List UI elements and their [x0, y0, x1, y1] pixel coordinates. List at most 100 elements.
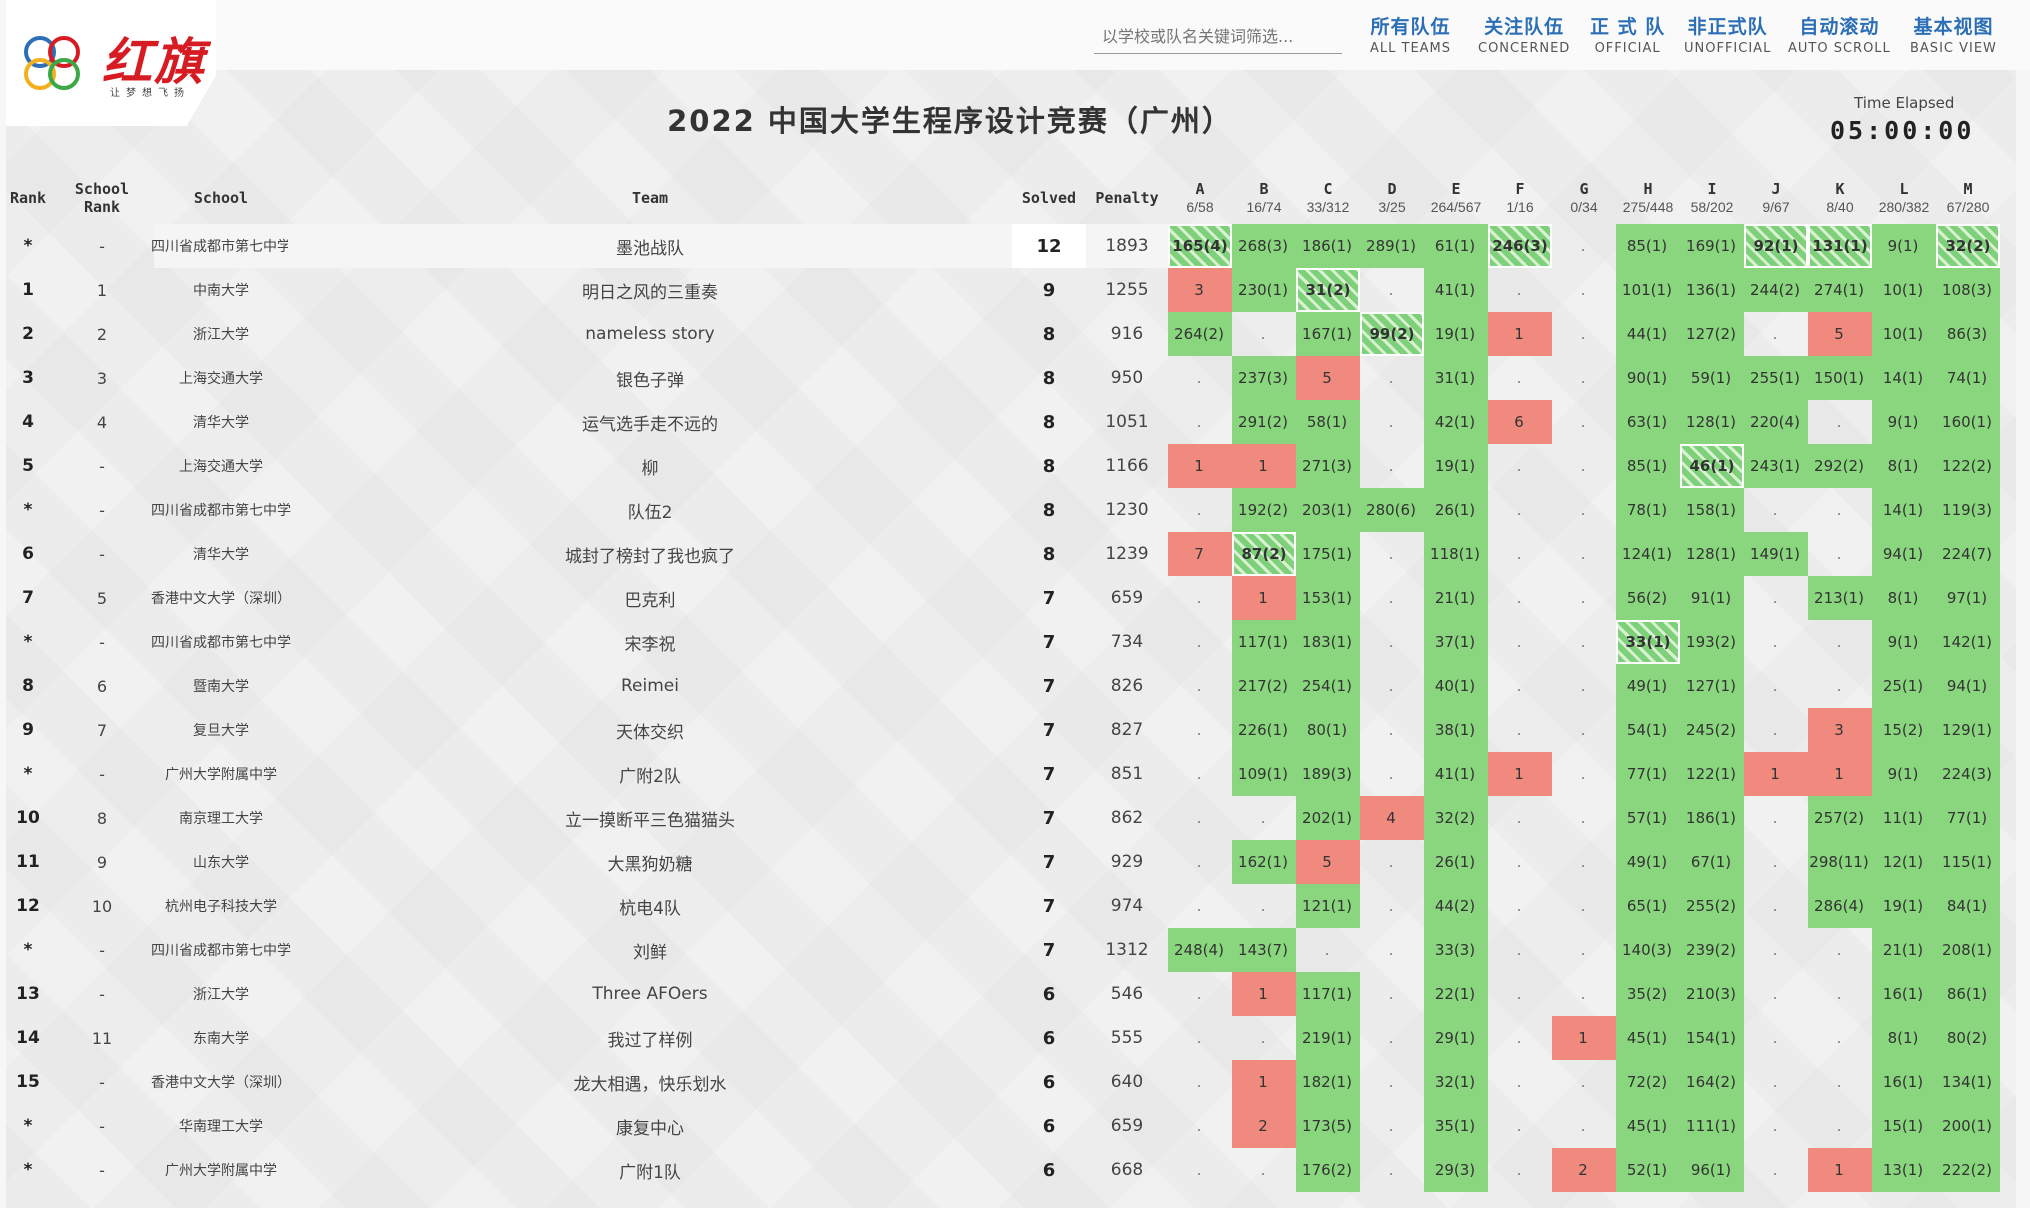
problem-cell[interactable]: . [1360, 268, 1424, 312]
problem-cell[interactable]: . [1808, 488, 1872, 532]
problem-cell[interactable]: 246(3) [1488, 224, 1552, 268]
problem-cell[interactable]: . [1744, 796, 1808, 840]
table-row[interactable]: * - 四川省成都市第七中学 队伍2 8 1230. 192(2) 203(1) 280(6) 2… [6, 488, 2016, 532]
problem-cell[interactable]: 63(1) [1616, 400, 1680, 444]
problem-cell[interactable]: 154(1) [1680, 1016, 1744, 1060]
problem-cell[interactable]: 44(1) [1616, 312, 1680, 356]
problem-cell[interactable]: . [1488, 488, 1552, 532]
problem-cell[interactable]: 86(1) [1936, 972, 2000, 1016]
problem-cell[interactable]: 67(1) [1680, 840, 1744, 884]
problem-cell[interactable]: 10(1) [1872, 268, 1936, 312]
problem-cell[interactable]: 182(1) [1296, 1060, 1360, 1104]
problem-cell[interactable]: 14(1) [1872, 356, 1936, 400]
problem-cell[interactable]: . [1360, 972, 1424, 1016]
table-row[interactable]: 1 1 中南大学 明日之风的三重奏 9 1255 3 230(1) 31(2). 41(1).. 1… [6, 268, 2016, 312]
problem-cell[interactable]: . [1488, 620, 1552, 664]
problem-cell[interactable]: 167(1) [1296, 312, 1360, 356]
problem-cell[interactable]: . [1488, 708, 1552, 752]
problem-cell[interactable]: . [1488, 268, 1552, 312]
problem-cell[interactable]: 142(1) [1936, 620, 2000, 664]
problem-cell[interactable]: . [1744, 928, 1808, 972]
problem-cell[interactable]: . [1232, 1016, 1296, 1060]
problem-cell[interactable]: 44(2) [1424, 884, 1488, 928]
problem-cell[interactable]: 117(1) [1296, 972, 1360, 1016]
problem-cell[interactable]: 117(1) [1232, 620, 1296, 664]
problem-cell[interactable]: 224(3) [1936, 752, 2000, 796]
problem-cell[interactable]: . [1552, 268, 1616, 312]
problem-cell[interactable]: . [1744, 620, 1808, 664]
problem-cell[interactable]: 96(1) [1680, 1148, 1744, 1192]
problem-cell[interactable]: . [1808, 1060, 1872, 1104]
problem-cell[interactable]: . [1808, 1016, 1872, 1060]
problem-cell[interactable]: 16(1) [1872, 972, 1936, 1016]
table-row[interactable]: * - 四川省成都市第七中学 宋李祝 7 734. 117(1) 183(1). 37(1)..… [6, 620, 2016, 664]
problem-cell[interactable]: 74(1) [1936, 356, 2000, 400]
problem-cell[interactable]: 257(2) [1808, 796, 1872, 840]
problem-cell[interactable]: 41(1) [1424, 268, 1488, 312]
nav-basic-view[interactable]: 基本视图 BASIC VIEW [1910, 12, 1997, 56]
problem-cell[interactable]: 85(1) [1616, 444, 1680, 488]
problem-cell[interactable]: 255(2) [1680, 884, 1744, 928]
problem-cell[interactable]: 210(3) [1680, 972, 1744, 1016]
problem-cell[interactable]: 80(1) [1296, 708, 1360, 752]
problem-cell[interactable]: 86(3) [1936, 312, 2000, 356]
problem-cell[interactable]: 19(1) [1424, 444, 1488, 488]
problem-cell[interactable]: 129(1) [1936, 708, 2000, 752]
problem-cell[interactable]: 19(1) [1424, 312, 1488, 356]
problem-cell[interactable]: . [1744, 1016, 1808, 1060]
problem-cell[interactable]: 90(1) [1616, 356, 1680, 400]
problem-cell[interactable]: 1 [1168, 444, 1232, 488]
header-problem[interactable]: H 275/448 [1616, 172, 1680, 224]
problem-cell[interactable]: 78(1) [1616, 488, 1680, 532]
header-team[interactable]: Team [288, 172, 1012, 224]
problem-cell[interactable]: . [1296, 928, 1360, 972]
problem-cell[interactable]: 186(1) [1296, 224, 1360, 268]
problem-cell[interactable]: 8(1) [1872, 444, 1936, 488]
problem-cell[interactable]: 29(1) [1424, 1016, 1488, 1060]
problem-cell[interactable]: . [1360, 444, 1424, 488]
problem-cell[interactable]: 5 [1296, 356, 1360, 400]
problem-cell[interactable]: . [1168, 400, 1232, 444]
nav-official[interactable]: 正 式 队 OFFICIAL [1590, 12, 1665, 56]
problem-cell[interactable]: . [1552, 224, 1616, 268]
problem-cell[interactable]: 176(2) [1296, 1148, 1360, 1192]
problem-cell[interactable]: 37(1) [1424, 620, 1488, 664]
problem-cell[interactable]: 26(1) [1424, 488, 1488, 532]
problem-cell[interactable]: 12(1) [1872, 840, 1936, 884]
problem-cell[interactable]: . [1488, 1060, 1552, 1104]
problem-cell[interactable]: . [1552, 488, 1616, 532]
problem-cell[interactable]: 84(1) [1936, 884, 2000, 928]
nav-auto-scroll[interactable]: 自动滚动 AUTO SCROLL [1788, 12, 1891, 56]
problem-cell[interactable]: 245(2) [1680, 708, 1744, 752]
problem-cell[interactable]: . [1360, 928, 1424, 972]
problem-cell[interactable]: 32(1) [1424, 1060, 1488, 1104]
table-row[interactable]: 5- 上海交通大学柳 8 1166 1 1 271(3). 19(1).. 85(1) 46(1)… [6, 444, 2016, 488]
problem-cell[interactable]: 158(1) [1680, 488, 1744, 532]
problem-cell[interactable]: 77(1) [1616, 752, 1680, 796]
problem-cell[interactable]: . [1552, 664, 1616, 708]
problem-cell[interactable]: . [1552, 356, 1616, 400]
problem-cell[interactable]: 57(1) [1616, 796, 1680, 840]
problem-cell[interactable]: 108(3) [1936, 268, 2000, 312]
problem-cell[interactable]: 226(1) [1232, 708, 1296, 752]
problem-cell[interactable]: . [1360, 532, 1424, 576]
problem-cell[interactable]: . [1488, 884, 1552, 928]
header-problem[interactable]: C 33/312 [1296, 172, 1360, 224]
problem-cell[interactable]: 8(1) [1872, 576, 1936, 620]
problem-cell[interactable]: 32(2) [1936, 224, 2000, 268]
problem-cell[interactable]: . [1168, 884, 1232, 928]
problem-cell[interactable]: . [1168, 708, 1232, 752]
problem-cell[interactable]: . [1552, 796, 1616, 840]
problem-cell[interactable]: 7 [1168, 532, 1232, 576]
table-row[interactable]: 2 2 浙江大学 nameless story 8 916 264(2). 167(1) 99(… [6, 312, 2016, 356]
problem-cell[interactable]: 9(1) [1872, 752, 1936, 796]
header-problem[interactable]: K 8/40 [1808, 172, 1872, 224]
problem-cell[interactable]: 19(1) [1872, 884, 1936, 928]
header-problem[interactable]: A 6/58 [1168, 172, 1232, 224]
problem-cell[interactable]: . [1360, 664, 1424, 708]
problem-cell[interactable]: . [1552, 576, 1616, 620]
problem-cell[interactable]: 38(1) [1424, 708, 1488, 752]
problem-cell[interactable]: . [1808, 532, 1872, 576]
problem-cell[interactable]: . [1168, 1148, 1232, 1192]
problem-cell[interactable]: 1 [1232, 444, 1296, 488]
